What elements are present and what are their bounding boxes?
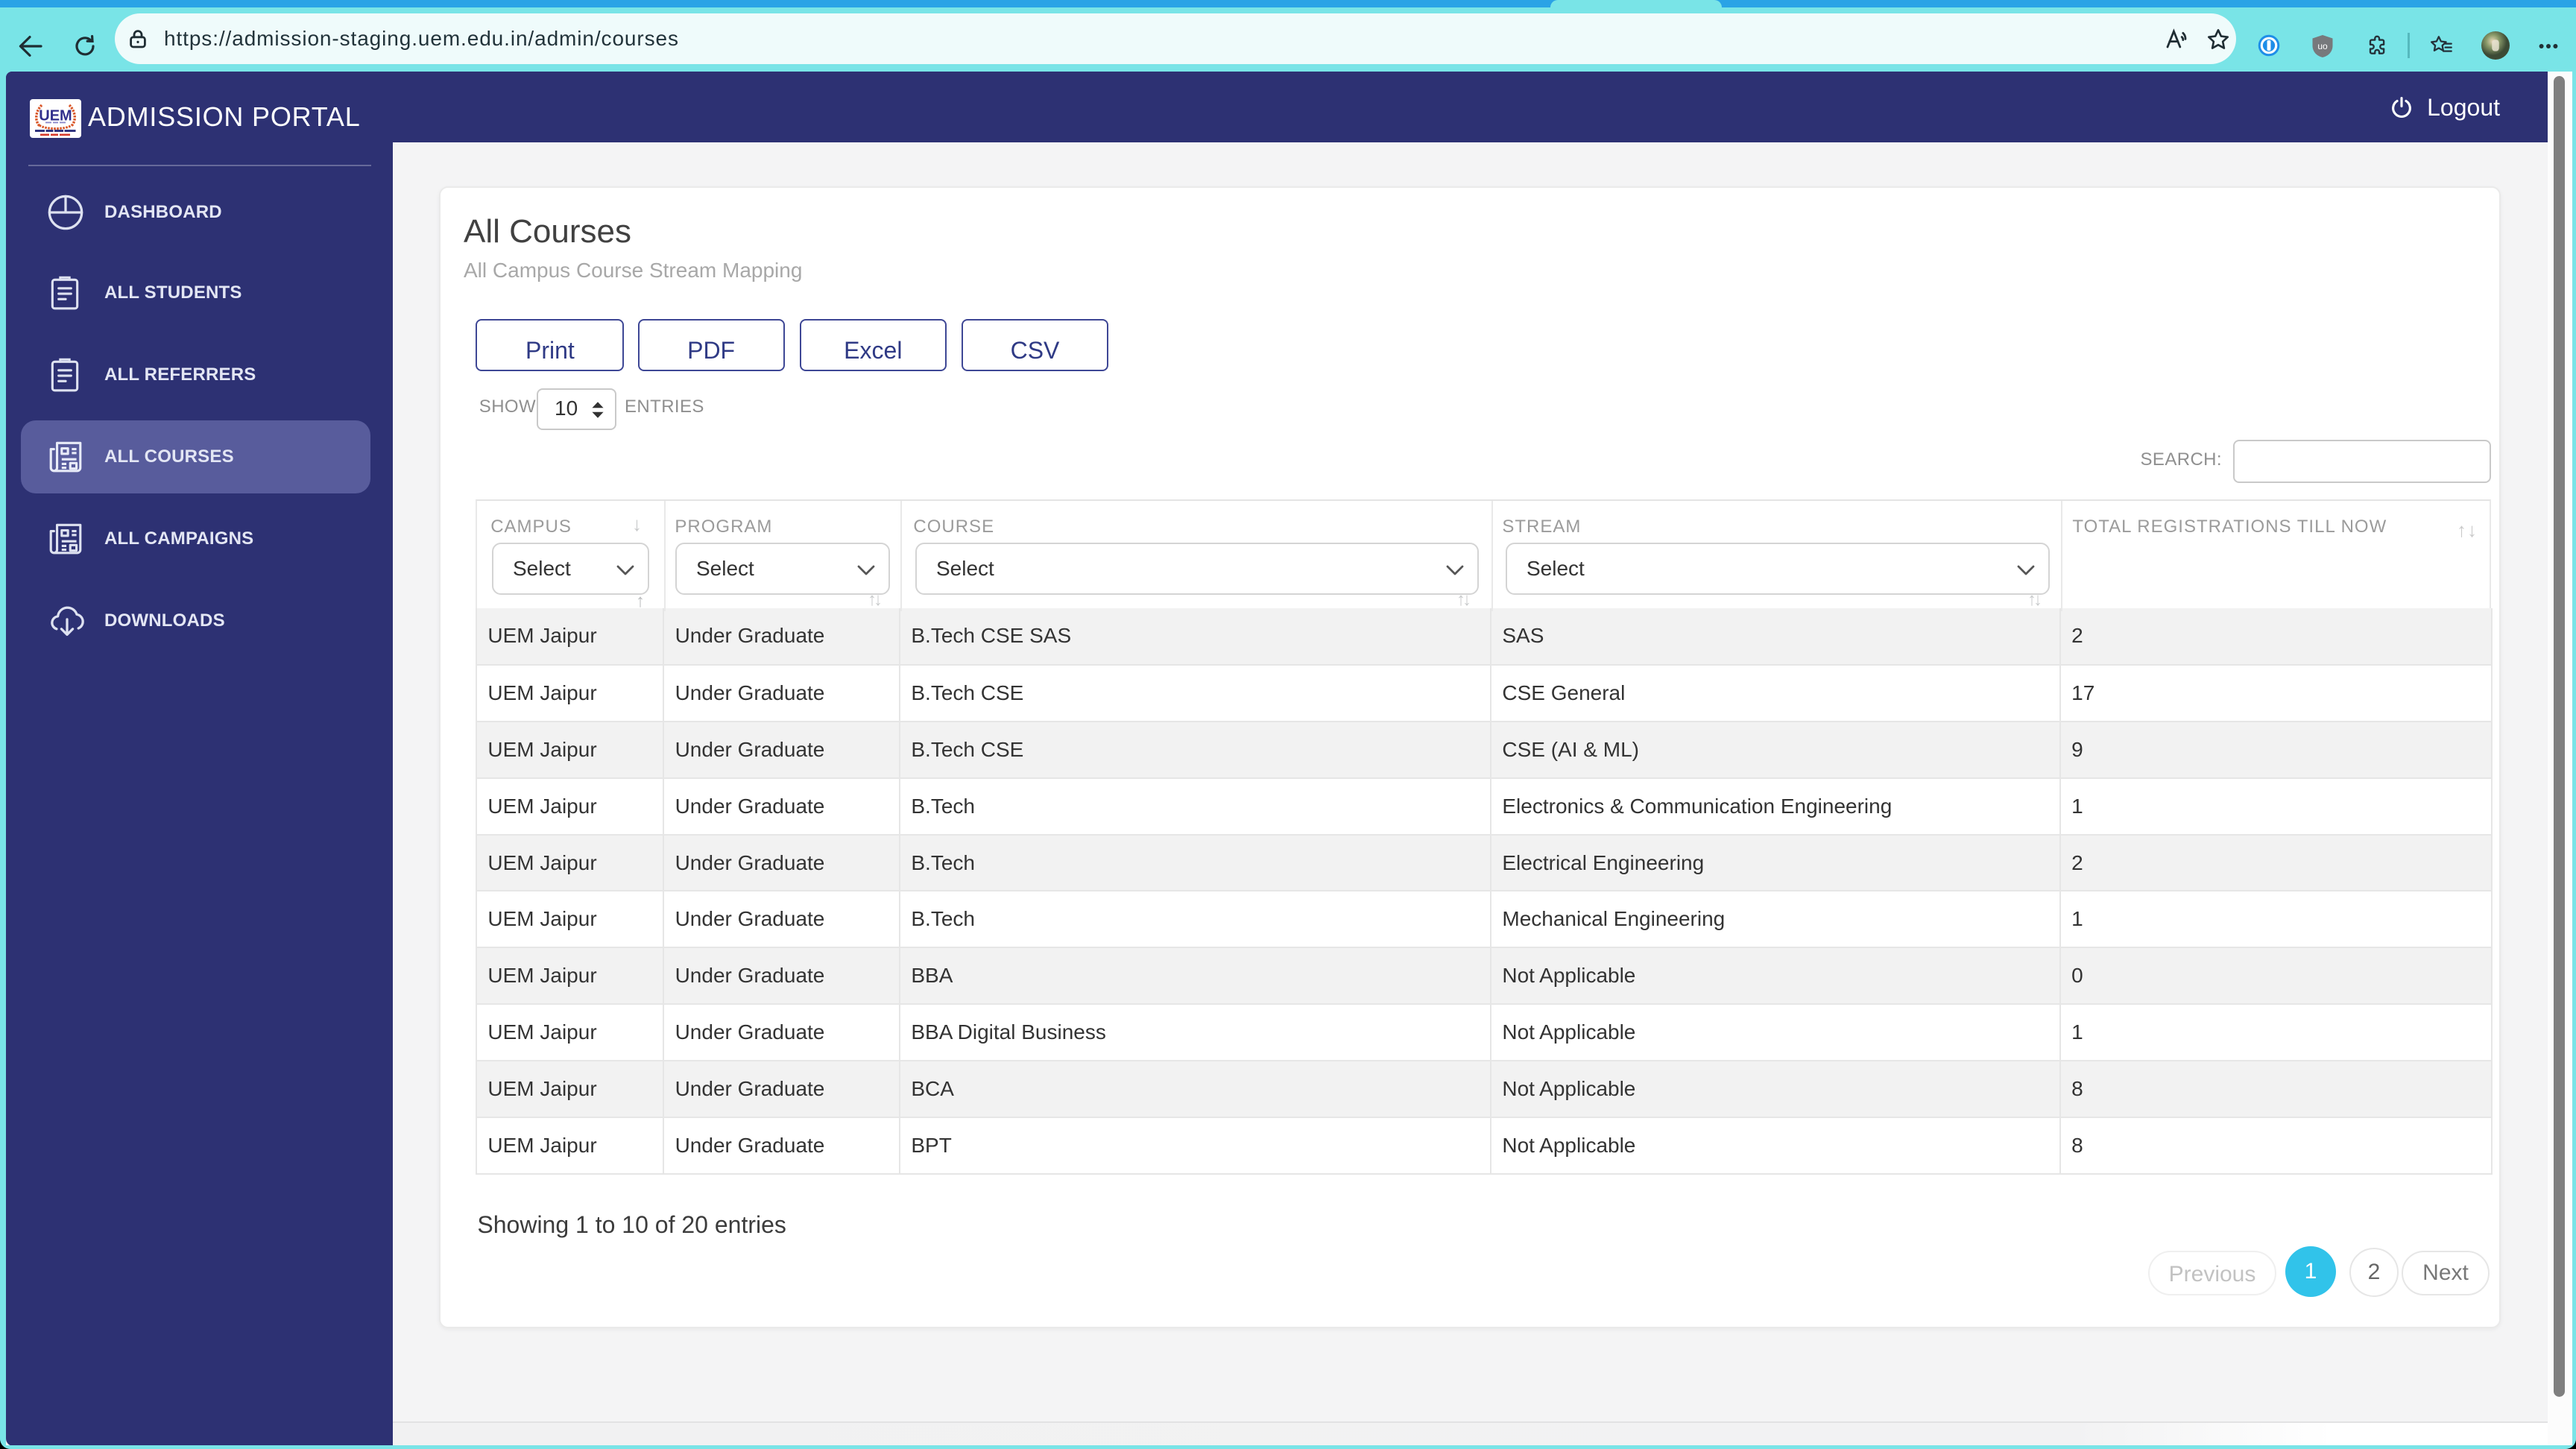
svg-text:uo: uo bbox=[2317, 41, 2328, 51]
svg-text:UEM: UEM bbox=[39, 108, 72, 124]
